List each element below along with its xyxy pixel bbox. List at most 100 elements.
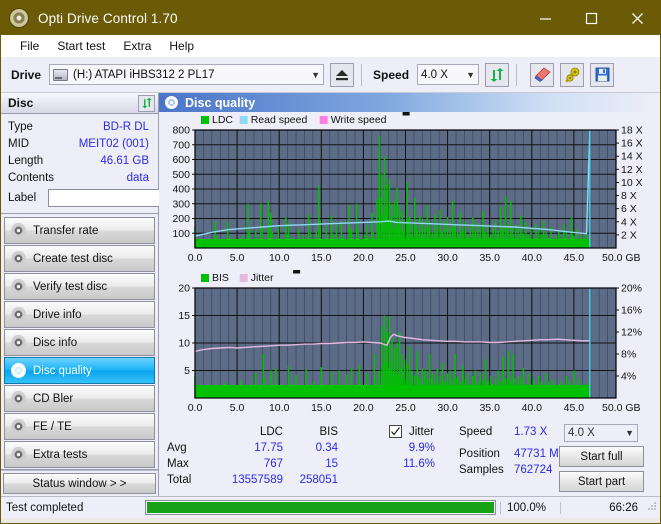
svg-text:10.0: 10.0 — [269, 402, 290, 414]
disc-icon — [11, 363, 26, 378]
svg-text:500: 500 — [172, 169, 190, 181]
svg-text:50.0 GB: 50.0 GB — [602, 402, 641, 414]
svg-text:20.0: 20.0 — [353, 252, 374, 264]
svg-text:18 X: 18 X — [621, 125, 643, 137]
stats-header-bis: BIS — [294, 426, 338, 438]
svg-text:2 X: 2 X — [621, 229, 637, 241]
sidebar-item-transfer-rate[interactable]: Transfer rate — [4, 217, 155, 244]
stats-position-label: Position — [459, 448, 500, 460]
sidebar-item-extra-tests[interactable]: Extra tests — [4, 441, 155, 468]
sidebar-item-label: Create test disc — [33, 253, 113, 265]
svg-text:45.0: 45.0 — [564, 402, 585, 414]
eraser-button[interactable] — [530, 63, 554, 87]
nav-list: Transfer rate Create test disc Verify te… — [1, 214, 158, 469]
sidebar-item-cd-bler[interactable]: CD Bler — [4, 385, 155, 412]
svg-text:5: 5 — [184, 365, 190, 377]
disc-quality-icon — [165, 96, 178, 109]
disc-contents-value: data — [70, 172, 151, 184]
svg-text:0.0: 0.0 — [188, 402, 203, 414]
svg-text:35.0: 35.0 — [479, 402, 500, 414]
stats-jitter-avg: 9.9% — [377, 442, 435, 454]
progress-bar — [145, 500, 496, 515]
svg-text:4%: 4% — [621, 371, 636, 383]
disc-icon — [11, 251, 26, 266]
disc-icon — [11, 335, 26, 350]
svg-text:30.0: 30.0 — [437, 402, 458, 414]
svg-text:Jitter: Jitter — [251, 272, 274, 284]
start-part-button[interactable]: Start part — [559, 471, 644, 492]
svg-text:8 X: 8 X — [621, 190, 637, 202]
svg-text:40.0: 40.0 — [522, 252, 543, 264]
bis-jitter-chart: BISJitter51015204%8%12%16%20%0.05.010.01… — [159, 270, 660, 420]
drive-select-value: (H:) ATAPI iHBS312 2 PL17 — [73, 69, 214, 81]
stats-ldc-avg: 17.75 — [209, 442, 283, 454]
close-icon[interactable] — [614, 1, 660, 35]
toolbar-divider-2 — [516, 64, 517, 86]
stats-ldc-max: 767 — [209, 458, 283, 470]
sidebar-item-verify-test-disc[interactable]: Verify test disc — [4, 273, 155, 300]
right-panel: Disc quality LDCRead speedWrite speed100… — [159, 93, 660, 496]
svg-text:LDC: LDC — [212, 114, 233, 126]
svg-text:40.0: 40.0 — [522, 402, 543, 414]
minimize-icon[interactable] — [522, 1, 568, 35]
svg-text:Write speed: Write speed — [331, 114, 387, 126]
stats-bis-total: 258051 — [289, 474, 338, 486]
disc-refresh-button[interactable] — [138, 95, 155, 112]
svg-text:15: 15 — [178, 310, 190, 322]
refresh-button[interactable] — [485, 63, 509, 87]
menu-extra[interactable]: Extra — [114, 37, 160, 55]
sidebar-item-create-test-disc[interactable]: Create test disc — [4, 245, 155, 272]
svg-text:6 X: 6 X — [621, 203, 637, 215]
eject-button[interactable] — [330, 63, 354, 87]
svg-text:15.0: 15.0 — [311, 252, 332, 264]
window-controls — [522, 1, 660, 35]
sidebar-item-fe-te[interactable]: FE / TE — [4, 413, 155, 440]
menu-start-test[interactable]: Start test — [48, 37, 114, 55]
save-button[interactable] — [590, 63, 614, 87]
svg-text:14 X: 14 X — [621, 151, 643, 163]
tools-button[interactable] — [560, 63, 584, 87]
svg-text:10 X: 10 X — [621, 177, 643, 189]
disc-section-header: Disc — [1, 93, 158, 114]
title-bar: Opti Drive Control 1.70 — [1, 1, 660, 35]
speed-select[interactable]: 4.0 X ▼ — [417, 64, 479, 85]
disc-length-value: 46.61 GB — [70, 155, 151, 167]
disc-type-value: BD-R DL — [70, 121, 151, 133]
ldc-chart-svg: LDCRead speedWrite speed1002003004005006… — [159, 112, 660, 270]
sidebar-item-label: Transfer rate — [33, 225, 98, 237]
status-window-button[interactable]: Status window > > — [3, 473, 156, 494]
resize-grip[interactable] — [646, 500, 660, 515]
disc-icon — [11, 447, 26, 462]
drive-select[interactable]: (H:) ATAPI iHBS312 2 PL17 ▼ — [49, 64, 324, 85]
disc-icon — [11, 307, 26, 322]
svg-text:30.0: 30.0 — [437, 252, 458, 264]
disc-label-row: Label — [8, 188, 151, 208]
menu-help[interactable]: Help — [160, 37, 203, 55]
sidebar-item-label: Drive info — [33, 309, 82, 321]
sidebar-item-drive-info[interactable]: Drive info — [4, 301, 155, 328]
stats-samples-value: 762724 — [514, 464, 552, 476]
jitter-checkbox[interactable] — [389, 425, 402, 438]
svg-text:20: 20 — [178, 283, 190, 295]
toolbar-divider-1 — [361, 64, 362, 86]
panel-header: Disc quality — [159, 93, 660, 112]
test-speed-value: 4.0 X — [568, 427, 595, 439]
toolbar: Drive (H:) ATAPI iHBS312 2 PL17 ▼ Speed … — [1, 57, 660, 93]
progress-bar-fill — [147, 502, 494, 513]
stats-row-max: Max — [167, 458, 189, 470]
maximize-icon[interactable] — [568, 1, 614, 35]
sidebar-item-label: CD Bler — [33, 393, 73, 405]
speed-label: Speed — [373, 68, 409, 82]
svg-text:5.0: 5.0 — [230, 402, 245, 414]
sidebar-item-disc-quality[interactable]: Disc quality — [4, 357, 155, 384]
svg-text:45.0: 45.0 — [564, 252, 585, 264]
disc-info-row-type: Type BD-R DL — [8, 118, 151, 135]
start-full-button[interactable]: Start full — [559, 446, 644, 467]
svg-text:10.0: 10.0 — [269, 252, 290, 264]
sidebar-item-disc-info[interactable]: Disc info — [4, 329, 155, 356]
test-speed-select[interactable]: 4.0 X ▼ — [564, 424, 638, 442]
stats-bis-max: 15 — [289, 458, 338, 470]
disc-info-row-mid: MID MEIT02 (001) — [8, 135, 151, 152]
window-title: Opti Drive Control 1.70 — [38, 11, 178, 26]
menu-file[interactable]: File — [11, 37, 48, 55]
